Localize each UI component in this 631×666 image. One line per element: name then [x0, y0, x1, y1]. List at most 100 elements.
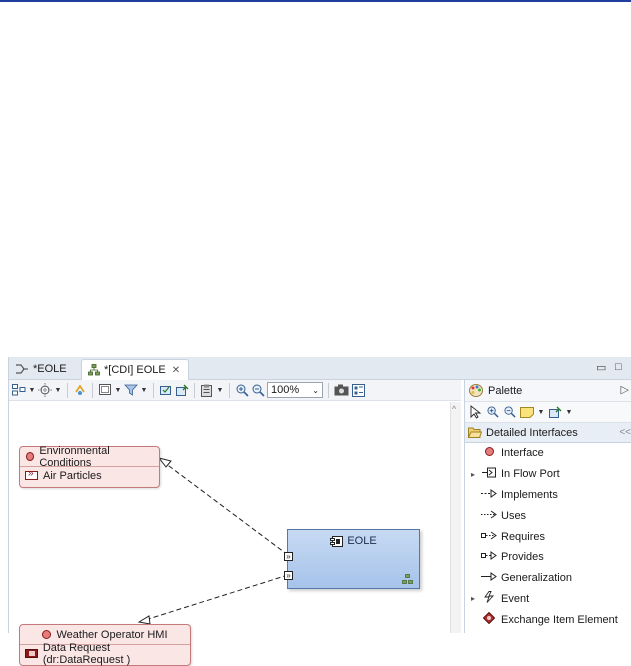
camera-icon[interactable]	[334, 382, 349, 398]
hierarchy-icon	[402, 574, 413, 584]
interface-icon	[26, 452, 35, 461]
palette-drawer-label: Detailed Interfaces	[486, 426, 578, 439]
palette-header: Palette ▷	[465, 380, 631, 402]
palette-drawer-detailed-interfaces[interactable]: Detailed Interfaces <<	[465, 423, 631, 443]
arrange-icon[interactable]	[12, 382, 26, 398]
scroll-up-icon[interactable]: ^	[452, 404, 456, 414]
tab-cdi-eole[interactable]: *[CDI] EOLE ✕	[81, 359, 189, 380]
chevron-down-icon[interactable]: ▼	[28, 382, 36, 398]
minimize-icon[interactable]: ▭	[596, 361, 606, 374]
event-icon	[481, 591, 497, 606]
component-title: EOLE	[288, 535, 419, 547]
toolbar-separator	[328, 382, 329, 398]
palette-item-label: Exchange Item Element	[501, 613, 618, 626]
interface-title: Environmental Conditions	[39, 444, 110, 469]
palette-item-implements[interactable]: Implements	[465, 485, 631, 506]
close-icon[interactable]: ✕	[172, 365, 180, 376]
toolbar-separator	[229, 382, 230, 398]
zoom-out-icon[interactable]	[251, 382, 265, 398]
select-tool-icon[interactable]	[469, 404, 483, 420]
diagram-icon	[88, 364, 100, 376]
zoom-out-icon[interactable]	[503, 404, 517, 420]
filters-icon[interactable]	[124, 382, 138, 398]
uses-link-weather[interactable]	[141, 574, 289, 622]
diagram-toolbar: ▼ ▼ ▼ ▼ ▼ 100% ⌄	[9, 380, 461, 401]
filter-icon[interactable]	[38, 382, 52, 398]
palette-item-uses[interactable]: Uses	[465, 505, 631, 526]
expand-icon[interactable]: ▸	[471, 594, 477, 603]
palette-title: Palette	[488, 384, 523, 397]
chevron-down-icon[interactable]: ▼	[54, 382, 62, 398]
palette-item-requires[interactable]: Requires	[465, 526, 631, 547]
palette-panel: Palette ▷ ▼ ▼ Detailed Interfaces << Int…	[464, 380, 631, 633]
layer-icon[interactable]	[98, 382, 112, 398]
in-flow-port-icon	[481, 467, 497, 481]
zoom-in-icon[interactable]	[235, 382, 249, 398]
implements-icon	[481, 489, 497, 501]
palette-item-label: Generalization	[501, 572, 572, 585]
refresh-icon[interactable]	[73, 382, 87, 398]
diagram-links	[137, 457, 289, 625]
toolbar-separator	[194, 382, 195, 398]
expand-icon[interactable]: ▸	[471, 470, 477, 479]
select-all-icon[interactable]	[159, 382, 173, 398]
toolbar-separator	[67, 382, 68, 398]
chevron-down-icon: ⌄	[312, 385, 319, 395]
layout-icon[interactable]	[351, 382, 365, 398]
paste-icon[interactable]	[200, 382, 214, 398]
editor-tab-bar: *EOLE *[CDI] EOLE ✕ ▭ □	[9, 357, 631, 380]
generalization-icon	[481, 572, 497, 584]
pin-icon[interactable]	[548, 404, 562, 420]
vertical-scrollbar[interactable]: ^	[450, 402, 461, 633]
note-icon[interactable]	[520, 404, 534, 420]
palette-item-event[interactable]: ▸ Event	[465, 589, 631, 610]
diagram-canvas[interactable]: Environmental Conditions Air Particles W…	[9, 402, 459, 666]
pin-icon[interactable]	[175, 382, 189, 398]
component-icon	[330, 535, 344, 547]
uses-link-environmental[interactable]	[160, 459, 289, 556]
chevron-right-icon[interactable]: ▷	[621, 383, 629, 396]
palette-item-interface[interactable]: Interface	[465, 443, 631, 464]
collapse-icon[interactable]: <<	[619, 427, 631, 438]
sequence-icon	[15, 363, 29, 375]
exchange-item-row[interactable]: Data Request (dr:DataRequest )	[20, 642, 190, 666]
palette-item-provides[interactable]: Provides	[465, 547, 631, 568]
component-eole[interactable]: EOLE	[287, 529, 420, 589]
toolbar-separator	[92, 382, 93, 398]
exchange-item-element-icon	[481, 612, 497, 627]
palette-icon	[469, 384, 483, 397]
interface-weather-operator-hmi[interactable]: Weather Operator HMI Data Request (dr:Da…	[19, 624, 191, 666]
flow-item-icon	[25, 468, 38, 480]
event-item-icon	[25, 649, 38, 658]
link-arrowhead	[137, 615, 151, 625]
exchange-item-label: Air Particles	[43, 469, 102, 482]
chevron-down-icon[interactable]: ▼	[140, 382, 148, 398]
zoom-value: 100%	[271, 384, 300, 396]
palette-item-label: Requires	[501, 530, 546, 543]
chevron-down-icon[interactable]: ▼	[565, 404, 573, 420]
chevron-down-icon[interactable]: ▼	[537, 404, 545, 420]
exchange-item-row[interactable]: Air Particles	[20, 467, 159, 484]
palette-tools: ▼ ▼	[465, 402, 631, 423]
exchange-item-label: Data Request (dr:DataRequest )	[42, 641, 131, 666]
interface-header: Environmental Conditions	[20, 444, 159, 469]
flow-port[interactable]: »	[284, 552, 293, 561]
maximize-icon[interactable]: □	[615, 361, 622, 373]
zoom-in-icon[interactable]	[486, 404, 500, 420]
palette-item-label: Uses	[501, 509, 527, 522]
palette-item-in-flow-port[interactable]: ▸ In Flow Port	[465, 464, 631, 485]
folder-open-icon	[468, 427, 482, 438]
interface-environmental-conditions[interactable]: Environmental Conditions Air Particles	[19, 444, 160, 488]
provides-icon	[481, 551, 497, 563]
diagram-editor: *EOLE *[CDI] EOLE ✕ ▭ □ ▼ ▼ ▼ ▼ ▼ 100% ⌄…	[8, 357, 631, 666]
tab-eole[interactable]: *EOLE	[9, 359, 81, 379]
toolbar-separator	[153, 382, 154, 398]
palette-item-exchange-item-element[interactable]: Exchange Item Element	[465, 609, 631, 630]
palette-item-label: Provides	[501, 551, 544, 564]
zoom-select[interactable]: 100% ⌄	[267, 382, 323, 398]
chevron-down-icon[interactable]: ▼	[114, 382, 122, 398]
palette-item-generalization[interactable]: Generalization	[465, 568, 631, 589]
chevron-down-icon[interactable]: ▼	[216, 382, 224, 398]
flow-port[interactable]: »	[284, 571, 293, 580]
palette-item-label: Event	[501, 592, 530, 605]
